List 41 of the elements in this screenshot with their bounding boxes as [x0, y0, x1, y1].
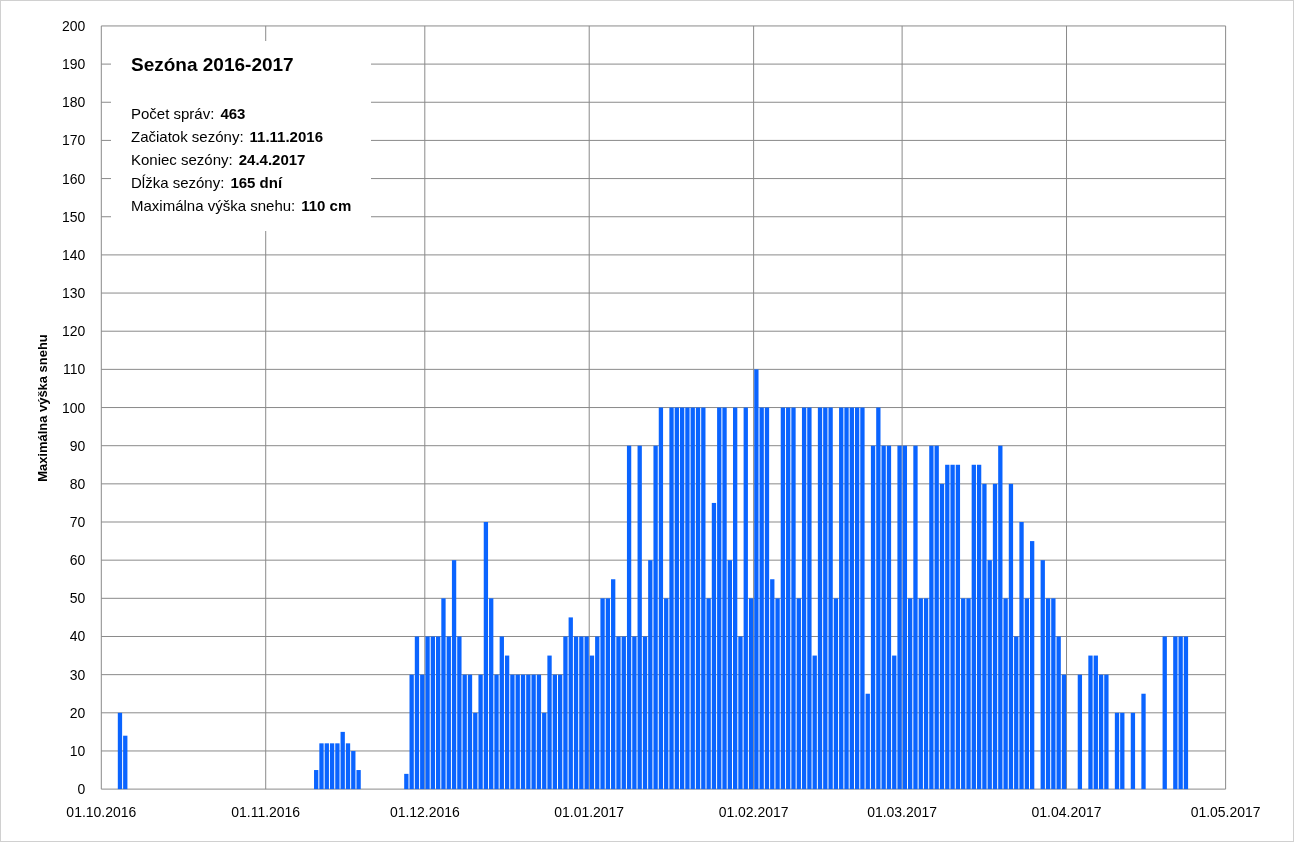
y-tick-label: 30: [69, 666, 86, 683]
stat-value: 463: [220, 103, 246, 124]
stat-label: Dĺžka sezóny:: [131, 172, 225, 193]
season-title: Sezóna 2016-2017: [131, 53, 295, 77]
stat-value: 110 cm: [301, 195, 352, 216]
x-tick-label: 01.11.2016: [231, 804, 301, 821]
stat-value: 24.4.2017: [238, 149, 306, 170]
stat-value: 11.11.2016: [249, 126, 323, 147]
y-tick-label: 180: [62, 94, 86, 111]
x-tick-label: 01.10.2016: [66, 804, 137, 821]
stat-label: Počet správ:: [131, 103, 215, 124]
y-tick-label: 100: [62, 399, 86, 416]
y-tick-label: 190: [62, 56, 86, 73]
y-tick-label: 70: [69, 514, 86, 530]
x-tick-label: 01.02.2017: [718, 804, 789, 821]
y-tick-label: 200: [62, 17, 86, 34]
y-tick-label: 80: [69, 475, 86, 492]
y-tick-label: 0: [77, 781, 86, 798]
stat-label: Maximálna výška snehu:: [131, 195, 296, 216]
y-tick-label: 170: [62, 132, 86, 149]
y-tick-label: 20: [69, 704, 86, 721]
y-tick-label: 150: [62, 208, 86, 225]
x-tick-label: 01.05.2017: [1190, 804, 1261, 821]
y-tick-label: 120: [62, 323, 86, 340]
stat-label: Začiatok sezóny:: [131, 126, 244, 147]
x-tick-label: 01.12.2016: [389, 804, 460, 821]
y-tick-label: 160: [62, 170, 86, 187]
x-tick-label: 01.03.2017: [867, 804, 938, 821]
stat-label: Koniec sezóny:: [131, 149, 233, 170]
x-tick-label: 01.04.2017: [1031, 804, 1102, 821]
y-tick-label: 130: [62, 285, 86, 302]
y-tick-label: 140: [62, 246, 86, 263]
y-tick-label: 50: [69, 590, 86, 607]
y-tick-label: 40: [69, 628, 86, 645]
y-axis-title: Maximálna výška snehu: [35, 334, 51, 482]
y-tick-label: 110: [63, 361, 86, 378]
stat-value: 165 dní: [230, 172, 283, 193]
x-tick-label: 01.01.2017: [554, 804, 625, 821]
y-tick-label: 90: [69, 437, 86, 454]
y-tick-label: 10: [69, 742, 86, 759]
y-tick-label: 60: [69, 552, 86, 569]
